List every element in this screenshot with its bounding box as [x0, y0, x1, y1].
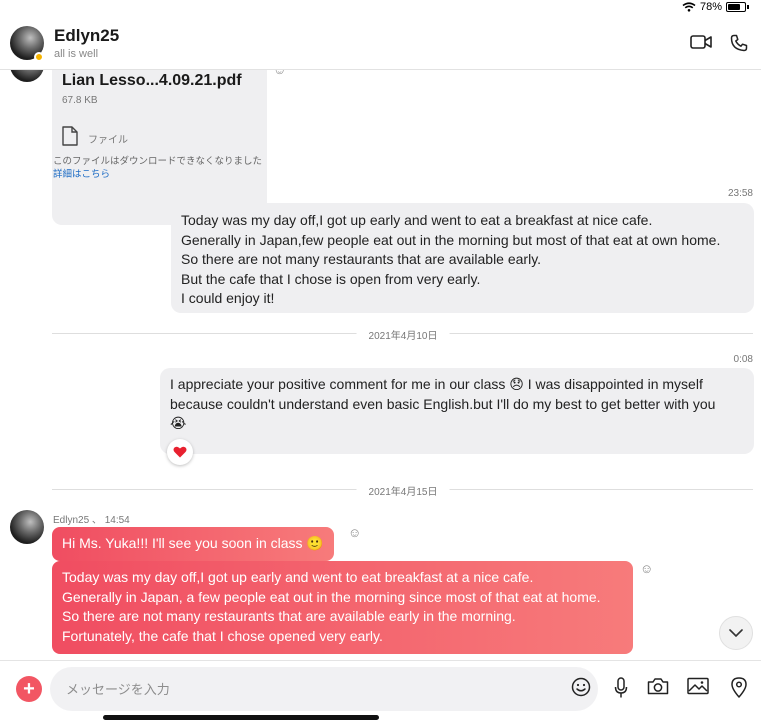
- message-bubble[interactable]: Today was my day off,I got up early and …: [171, 203, 754, 313]
- add-reaction-icon[interactable]: ☺: [273, 70, 286, 77]
- message-time: 0:08: [733, 354, 753, 365]
- camera-icon[interactable]: [647, 677, 669, 695]
- file-attachment-card[interactable]: Lian Lesso...4.09.21.pdf 67.8 KB ファイル: [52, 70, 267, 225]
- message-line: because couldn't understand even basic E…: [170, 395, 716, 412]
- message-line: So there are not many restaurants that a…: [62, 608, 516, 624]
- message-time: 23:58: [727, 188, 753, 199]
- heart-icon: [173, 446, 187, 458]
- chat-header: Edlyn25 all is well: [0, 16, 761, 70]
- status-bar: 78%: [0, 0, 761, 16]
- video-call-icon[interactable]: [690, 34, 712, 50]
- message-input[interactable]: [50, 667, 598, 711]
- file-unavailable-note: このファイルはダウンロードできなくなりました 詳細はこちら: [53, 155, 268, 181]
- message-line: Generally in Japan,few people eat out in…: [181, 231, 721, 248]
- presence-indicator: [34, 52, 44, 62]
- battery-fill: [728, 4, 741, 10]
- message-bubble[interactable]: I appreciate your positive comment for m…: [160, 368, 754, 454]
- scroll-to-bottom-button[interactable]: [719, 616, 753, 650]
- contact-avatar-small: [10, 70, 44, 82]
- received-message-bubble[interactable]: Hi Ms. Yuka!!! I'll see you soon in clas…: [52, 527, 334, 561]
- add-reaction-icon[interactable]: ☺: [640, 561, 653, 576]
- message-line: Hi Ms. Yuka!!! I'll see you soon in clas…: [62, 535, 324, 551]
- contact-status: all is well: [54, 48, 99, 60]
- chat-scroll-area[interactable]: Lian Lesso...4.09.21.pdf 67.8 KB ファイル ☺ …: [0, 70, 761, 660]
- status-right: 78%: [682, 1, 749, 13]
- emoji-icon[interactable]: [571, 677, 591, 697]
- date-divider-label: 2021年4月15日: [356, 483, 450, 498]
- gallery-icon[interactable]: [687, 677, 709, 695]
- file-name: Lian Lesso...4.09.21.pdf: [62, 72, 242, 89]
- contact-avatar-small[interactable]: [10, 510, 44, 544]
- phone-call-icon[interactable]: [730, 34, 748, 52]
- battery-tip: [747, 5, 749, 9]
- contact-name[interactable]: Edlyn25: [54, 26, 119, 46]
- add-button[interactable]: +: [16, 676, 42, 702]
- message-line: Fortunately, the cafe that I chose opene…: [62, 627, 383, 644]
- battery-icon: [726, 2, 746, 12]
- add-reaction-icon[interactable]: ☺: [348, 525, 361, 540]
- message-line: So there are not many restaurants that a…: [181, 251, 542, 267]
- message-composer: +: [0, 660, 761, 724]
- message-line: But the cafe that I chose is open from v…: [181, 270, 481, 287]
- heart-reaction[interactable]: [167, 439, 193, 465]
- battery-percent: 78%: [699, 1, 722, 13]
- message-line: Generally in Japan, a few people eat out…: [62, 588, 601, 605]
- file-size: 67.8 KB: [62, 95, 98, 106]
- message-line: 😭: [170, 415, 187, 431]
- microphone-icon[interactable]: [614, 677, 628, 699]
- chevron-down-icon: [729, 629, 743, 637]
- date-divider-label: 2021年4月10日: [356, 327, 450, 342]
- file-note-text: このファイルはダウンロードできなくなりました: [53, 156, 263, 167]
- message-line: Today was my day off,I got up early and …: [62, 569, 534, 585]
- home-indicator[interactable]: [103, 715, 379, 720]
- received-message-bubble[interactable]: Today was my day off,I got up early and …: [52, 561, 633, 654]
- wifi-icon: [682, 2, 696, 12]
- file-type-label: ファイル: [88, 135, 128, 146]
- details-link[interactable]: 詳細はこちら: [53, 169, 110, 180]
- sender-line: Edlyn25 、 14:54: [53, 515, 130, 526]
- document-icon: [62, 126, 78, 146]
- message-line: I could enjoy it!: [181, 290, 275, 306]
- message-line: I appreciate your positive comment for m…: [170, 376, 703, 392]
- message-line: Today was my day off,I got up early and …: [181, 212, 653, 228]
- location-pin-icon[interactable]: [731, 677, 747, 698]
